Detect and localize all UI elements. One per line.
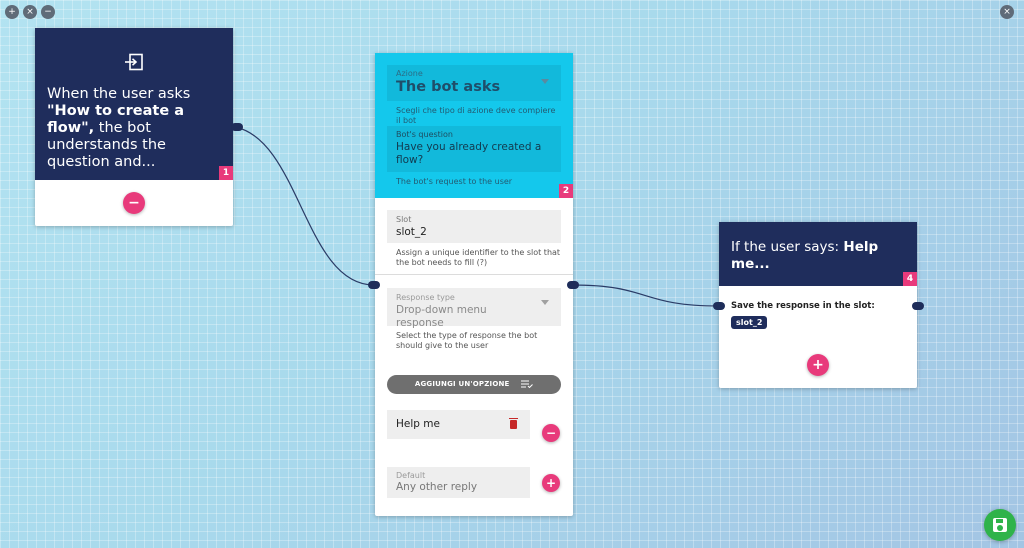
- input-connector[interactable]: [368, 281, 380, 289]
- option-value: Help me: [396, 418, 440, 430]
- card-number-badge: 2: [559, 184, 573, 198]
- action-select[interactable]: Azione The bot asks: [387, 65, 561, 101]
- bot-asks-header: Azione The bot asks Scegli che tipo di a…: [375, 53, 573, 198]
- chevron-down-icon: [541, 300, 549, 305]
- save-slot-label: Save the response in the slot:: [731, 301, 875, 311]
- connection-1-2: [234, 126, 375, 286]
- card-number-badge: 4: [903, 272, 917, 286]
- default-value: Any other reply: [396, 481, 478, 493]
- question-label: Bot's question: [396, 130, 453, 139]
- question-value: Have you already created a flow?: [396, 141, 542, 166]
- slot-input[interactable]: Slot slot_2: [387, 210, 561, 243]
- bot-asks-card[interactable]: Azione The bot asks Scegli che tipo di a…: [375, 53, 573, 516]
- default-reply-field[interactable]: Default Any other reply: [387, 467, 530, 498]
- response-type-label: Response type: [396, 293, 455, 302]
- slot-label: Slot: [396, 215, 412, 224]
- slot-section: Slot slot_2 Assign a unique identifier t…: [387, 210, 561, 268]
- slot-hint: Assign a unique identifier to the slot t…: [396, 248, 561, 267]
- user-reply-header: If the user says: Help me... 4: [719, 222, 917, 286]
- chevron-down-icon: [541, 79, 549, 84]
- output-connector[interactable]: [567, 281, 579, 289]
- slot-tag: slot_2: [731, 316, 768, 329]
- remove-button[interactable]: −: [123, 192, 145, 214]
- connection-2-4: [572, 284, 720, 307]
- output-connector[interactable]: [231, 123, 243, 131]
- trash-icon[interactable]: [509, 418, 518, 429]
- add-option-label: AGGIUNGI UN'OPZIONE: [414, 380, 510, 388]
- add-default-button[interactable]: +: [542, 474, 560, 492]
- user-reply-text: If the user says: Help me...: [731, 239, 905, 273]
- action-value: The bot asks: [396, 79, 501, 95]
- user-reply-card[interactable]: If the user says: Help me... 4 Save the …: [719, 222, 917, 388]
- question-hint: The bot's request to the user: [396, 177, 513, 186]
- bot-question-field[interactable]: Bot's question Have you already created …: [387, 126, 561, 172]
- floppy-disk-icon: [993, 518, 1007, 532]
- response-type-select[interactable]: Response type Drop-down menu response: [387, 288, 561, 329]
- response-type-hint: Select the type of response the bot shou…: [396, 331, 538, 350]
- slot-value: slot_2: [396, 226, 427, 238]
- list-check-icon: [521, 380, 534, 388]
- trigger-card[interactable]: When the user asks "How to create a flow"…: [35, 28, 233, 226]
- add-button[interactable]: +: [807, 354, 829, 376]
- default-label: Default: [396, 471, 426, 480]
- divider: [375, 274, 573, 275]
- trigger-card-header: When the user asks "How to create a flow"…: [35, 28, 233, 180]
- remove-option-button[interactable]: −: [542, 424, 560, 442]
- trigger-text: When the user asks "How to create a flow"…: [47, 86, 223, 171]
- response-type-value: Drop-down menu response: [396, 304, 487, 329]
- response-type-section: Response type Drop-down menu response Se…: [387, 288, 561, 351]
- enter-icon: [125, 53, 143, 71]
- card-number-badge: 1: [219, 166, 233, 180]
- trigger-line: When the user asks: [47, 86, 191, 102]
- input-connector[interactable]: [713, 302, 725, 310]
- user-reply-prefix: If the user says:: [731, 239, 844, 255]
- option-input[interactable]: Help me: [387, 410, 530, 439]
- save-button[interactable]: [984, 509, 1016, 541]
- action-label: Azione: [396, 69, 423, 78]
- output-connector[interactable]: [912, 302, 924, 310]
- add-option-button[interactable]: AGGIUNGI UN'OPZIONE: [387, 375, 561, 394]
- action-hint: Scegli che tipo di azione deve compiere …: [396, 106, 556, 125]
